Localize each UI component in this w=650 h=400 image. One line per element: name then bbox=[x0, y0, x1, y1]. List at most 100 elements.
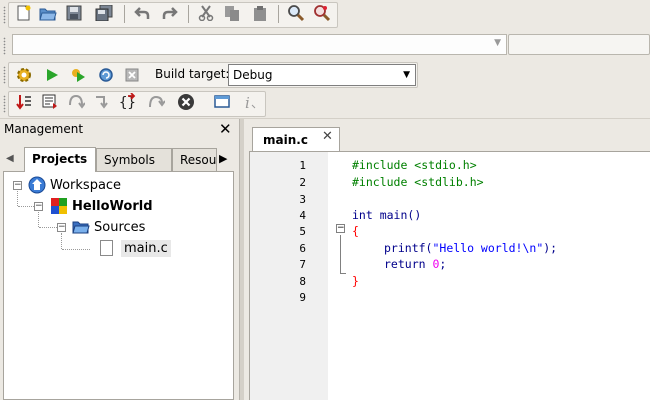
code-line-2: #include <stdlib.h> bbox=[352, 175, 484, 189]
build-target-label: Build target: bbox=[155, 67, 230, 81]
keyword-return: return bbox=[384, 257, 426, 271]
project-icon bbox=[50, 197, 68, 215]
close-icon[interactable]: ✕ bbox=[322, 129, 333, 144]
tree-line bbox=[61, 233, 62, 249]
undo-icon[interactable] bbox=[132, 3, 152, 23]
collapse-icon[interactable]: − bbox=[34, 202, 43, 211]
line-number: 9 bbox=[299, 291, 306, 304]
save-all-icon[interactable] bbox=[94, 3, 114, 23]
tree-line bbox=[62, 249, 90, 250]
code-line-5: { bbox=[352, 224, 359, 238]
new-file-icon[interactable] bbox=[14, 3, 34, 23]
collapse-icon[interactable]: − bbox=[57, 223, 66, 232]
open-icon[interactable] bbox=[38, 3, 58, 23]
fold-line bbox=[340, 235, 341, 273]
toolbar-grip[interactable] bbox=[3, 66, 6, 84]
folder-open-icon bbox=[72, 218, 90, 236]
line-number: 5 bbox=[299, 225, 306, 238]
copy-icon[interactable] bbox=[222, 3, 242, 23]
toolbar-separator bbox=[124, 5, 125, 23]
line-number-gutter: 1 2 3 4 5 6 7 8 9 bbox=[250, 152, 328, 400]
line-number: 4 bbox=[299, 209, 306, 222]
info-icon[interactable]: i bbox=[240, 92, 260, 112]
line-number: 1 bbox=[299, 159, 306, 172]
code-line-6: printf("Hello world!\n"); bbox=[384, 241, 557, 255]
rebuild-icon[interactable] bbox=[96, 65, 116, 85]
project-tree: − Workspace − HelloWorld − Sources main.… bbox=[3, 171, 234, 400]
call-end: ); bbox=[543, 241, 558, 255]
fold-collapse-icon[interactable]: − bbox=[336, 224, 345, 233]
code-editor[interactable]: 1 2 3 4 5 6 7 8 9 − #include <stdio.h> #… bbox=[249, 151, 650, 400]
abort-icon[interactable] bbox=[122, 65, 142, 85]
tab-scroll-left-icon[interactable]: ◀ bbox=[6, 153, 14, 164]
step-into-icon[interactable] bbox=[92, 92, 112, 112]
code-line-7: return 0; bbox=[384, 257, 446, 271]
chevron-down-icon: ▼ bbox=[403, 70, 410, 80]
debugger-toolbar: {} i bbox=[0, 89, 650, 200]
printf-call: printf( bbox=[384, 241, 433, 255]
save-icon[interactable] bbox=[64, 3, 84, 23]
fold-margin bbox=[330, 152, 350, 400]
tab-resources[interactable]: Resou bbox=[172, 148, 217, 171]
tab-symbols[interactable]: Symbols bbox=[96, 148, 172, 171]
line-number: 3 bbox=[299, 193, 306, 206]
project-label: HelloWorld bbox=[72, 198, 153, 214]
redo-icon[interactable] bbox=[160, 3, 180, 23]
tab-projects[interactable]: Projects bbox=[24, 147, 96, 172]
editor-tab-label: main.c bbox=[263, 133, 308, 147]
tree-item-workspace[interactable]: Workspace bbox=[28, 175, 121, 195]
editor-area: main.c ✕ 1 2 3 4 5 6 7 8 9 − #include <s… bbox=[244, 119, 650, 400]
code-line-8: } bbox=[352, 274, 359, 288]
sources-label: Sources bbox=[94, 219, 146, 235]
code-line-4: int main() bbox=[352, 208, 421, 222]
toolbar-grip[interactable] bbox=[3, 95, 6, 113]
find-icon[interactable] bbox=[286, 3, 306, 23]
build-target-value: Debug bbox=[233, 68, 273, 82]
workspace-icon bbox=[28, 176, 46, 194]
debug-window-icon[interactable] bbox=[212, 92, 232, 112]
close-icon[interactable]: ✕ bbox=[219, 120, 232, 138]
file-icon bbox=[100, 240, 113, 256]
collapse-icon[interactable]: − bbox=[13, 181, 22, 190]
tree-line bbox=[39, 227, 57, 228]
tree-line bbox=[17, 191, 18, 206]
main-toolbar bbox=[0, 0, 650, 31]
tree-item-project[interactable]: HelloWorld bbox=[50, 196, 153, 216]
toolbar-grip[interactable] bbox=[3, 6, 6, 24]
toolbar-grip[interactable] bbox=[3, 37, 6, 55]
run-to-cursor-icon[interactable] bbox=[40, 92, 60, 112]
fold-line-end bbox=[340, 273, 346, 274]
line-number: 7 bbox=[299, 258, 306, 271]
tree-line bbox=[18, 206, 34, 207]
build-target-select[interactable]: Debug ▼ bbox=[228, 64, 416, 86]
build-gear-icon[interactable] bbox=[14, 65, 34, 85]
next-instruction-icon[interactable] bbox=[146, 92, 166, 112]
string-literal: "Hello world!\n" bbox=[432, 241, 544, 255]
cut-icon[interactable] bbox=[196, 3, 216, 23]
code-line-1: #include <stdio.h> bbox=[352, 158, 477, 172]
chevron-down-icon: ▼ bbox=[494, 38, 501, 48]
paste-icon[interactable] bbox=[250, 3, 270, 23]
tree-line bbox=[38, 212, 39, 227]
build-and-run-icon[interactable] bbox=[68, 65, 88, 85]
workspace-label: Workspace bbox=[50, 177, 122, 193]
function-combo[interactable] bbox=[508, 34, 650, 55]
tab-scroll-right-icon[interactable]: ▶ bbox=[219, 152, 227, 165]
step-out-icon[interactable]: {} bbox=[118, 92, 138, 112]
replace-icon[interactable] bbox=[312, 3, 332, 23]
next-line-icon[interactable] bbox=[66, 92, 86, 112]
debug-start-icon[interactable] bbox=[14, 92, 34, 112]
tree-item-main-c[interactable]: main.c bbox=[100, 238, 171, 258]
svg-text:i: i bbox=[245, 94, 250, 111]
scope-combo[interactable]: ▼ bbox=[12, 34, 507, 55]
function-signature: main() bbox=[372, 208, 422, 222]
line-number: 2 bbox=[299, 176, 306, 189]
stop-debug-icon[interactable] bbox=[176, 92, 196, 112]
tab-symbols-label: Symbols bbox=[104, 153, 155, 167]
run-icon[interactable] bbox=[42, 65, 62, 85]
file-label: main.c bbox=[121, 239, 171, 257]
tab-resources-label: Resou bbox=[180, 153, 217, 167]
line-number: 8 bbox=[299, 275, 306, 288]
line-number: 6 bbox=[299, 242, 306, 255]
tree-item-sources[interactable]: Sources bbox=[72, 217, 145, 237]
